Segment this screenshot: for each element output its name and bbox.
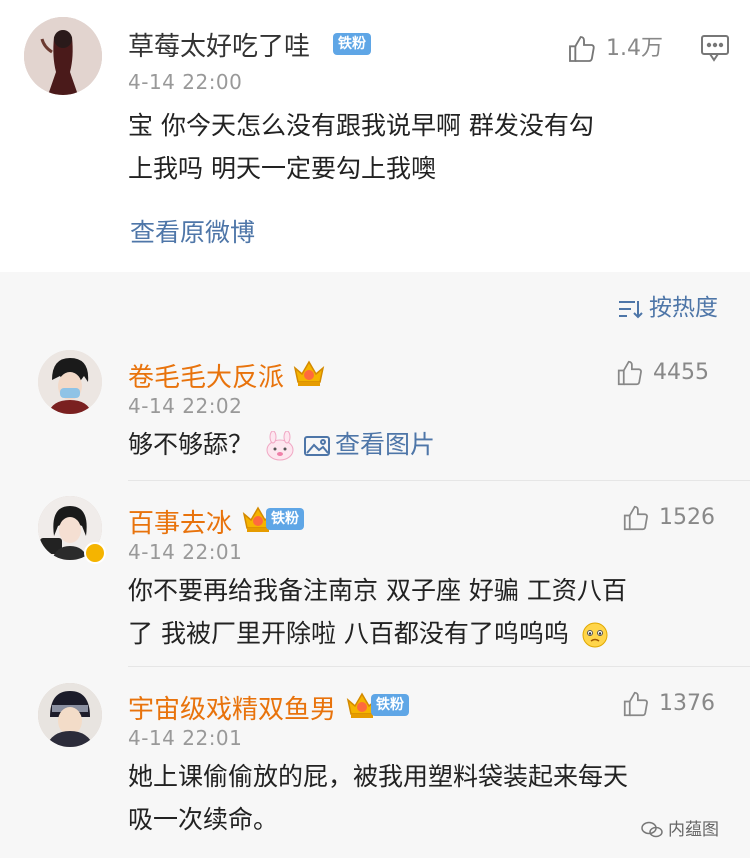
watermark-text: 内蕴图 <box>668 820 719 840</box>
verified-badge <box>84 542 106 564</box>
comment-time: 4-14 22:02 <box>128 394 243 418</box>
watermark: 内蕴图 <box>640 815 719 840</box>
fan-badge: 铁粉 <box>333 33 371 55</box>
comment-icon[interactable] <box>700 34 730 66</box>
post-like-button[interactable]: 1.4万 <box>566 30 663 65</box>
divider <box>128 666 750 667</box>
comment-text: 了 我被厂里开除啦 八百都没有了呜呜呜 <box>128 619 569 648</box>
image-icon <box>303 436 330 456</box>
fan-badge: 铁粉 <box>266 508 304 530</box>
post-like-count: 1.4万 <box>606 36 663 61</box>
comment-username[interactable]: 卷毛毛大反派 <box>128 357 284 394</box>
comment-text: 够不够舔？ <box>128 430 254 459</box>
post-content-line: 上我吗 明天一定要勾上我噢 <box>128 154 436 183</box>
comment-like-button[interactable]: 1526 <box>621 503 715 533</box>
post-content: 宝 你今天怎么没有跟我说早啊 群发没有勾 上我吗 明天一定要勾上我噢 <box>128 104 594 190</box>
post-username[interactable]: 草莓太好吃了哇 <box>128 26 310 63</box>
wechat-icon <box>641 821 663 838</box>
divider <box>128 480 750 481</box>
avatar[interactable] <box>38 683 102 747</box>
comment-like-count: 1376 <box>659 691 715 716</box>
thumbs-up-icon <box>623 505 648 531</box>
comment-content: 够不够舔？ 查看图片 <box>128 423 435 466</box>
sort-label: 按热度 <box>649 295 718 321</box>
thumbs-up-icon <box>617 360 642 386</box>
avatar[interactable] <box>24 17 102 95</box>
view-image-link[interactable]: 查看图片 <box>303 430 435 459</box>
comment-text: 你不要再给我备注南京 双子座 好骗 工资八百 <box>128 576 627 605</box>
fan-badge: 铁粉 <box>371 694 409 716</box>
avatar[interactable] <box>38 350 102 414</box>
view-original-link[interactable]: 查看原微博 <box>130 213 255 249</box>
comment-like-button[interactable]: 1376 <box>621 689 715 719</box>
emoji-icon <box>582 622 608 648</box>
sort-icon <box>619 300 643 318</box>
comment-content: 你不要再给我备注南京 双子座 好骗 工资八百 了 我被厂里开除啦 八百都没有了呜… <box>128 569 627 655</box>
comment-time: 4-14 22:01 <box>128 726 243 750</box>
comment-like-count: 4455 <box>653 360 709 385</box>
original-post: 草莓太好吃了哇 铁粉 1.4万 4-14 22:00 宝 你今天怎么没有跟我说早… <box>0 0 750 272</box>
post-time: 4-14 22:00 <box>128 70 243 94</box>
comment-content: 她上课偷偷放的屁，被我用塑料袋装起来每天 吸一次续命。 <box>128 755 628 841</box>
comment-like-count: 1526 <box>659 505 715 530</box>
crown-icon <box>293 360 325 386</box>
thumbs-up-icon <box>623 691 648 717</box>
sort-button[interactable]: 按热度 <box>617 288 718 322</box>
post-content-line: 宝 你今天怎么没有跟我说早啊 群发没有勾 <box>128 111 594 140</box>
comment-text: 吸一次续命。 <box>128 805 279 834</box>
comment-time: 4-14 22:01 <box>128 540 243 564</box>
view-image-label: 查看图片 <box>334 430 435 459</box>
comment-like-button[interactable]: 4455 <box>615 358 709 388</box>
comment-username[interactable]: 宇宙级戏精双鱼男 <box>128 689 336 726</box>
comment-text: 她上课偷偷放的屁，被我用塑料袋装起来每天 <box>128 762 629 791</box>
thumbs-up-icon <box>569 36 595 62</box>
comment-username[interactable]: 百事去冰 <box>128 503 232 540</box>
emoji-icon <box>266 430 294 461</box>
